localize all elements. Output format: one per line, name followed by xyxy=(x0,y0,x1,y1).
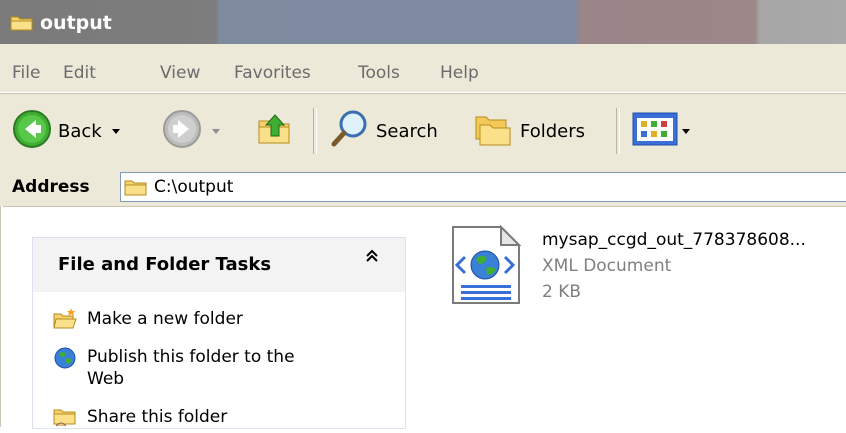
folder-icon xyxy=(10,14,34,37)
file-size: 2 KB xyxy=(542,282,582,302)
task-share-folder[interactable]: Share this folder xyxy=(53,406,227,433)
views-button[interactable] xyxy=(632,94,690,168)
address-bar: Address C:\output xyxy=(0,168,846,207)
address-value: C:\output xyxy=(154,177,234,197)
forward-button[interactable] xyxy=(162,94,220,168)
collapse-chevron-icon[interactable] xyxy=(365,248,379,268)
tasks-panel-title: File and Folder Tasks xyxy=(58,254,272,275)
up-button[interactable] xyxy=(255,94,295,168)
title-bar[interactable]: output xyxy=(0,0,846,44)
main-content: File and Folder Tasks Make a new folder xyxy=(0,207,846,429)
window-left-border xyxy=(0,206,3,427)
address-input[interactable]: C:\output xyxy=(120,172,846,202)
menu-favorites[interactable]: Favorites xyxy=(234,63,311,83)
window-title: output xyxy=(40,12,112,34)
forward-dropdown-icon[interactable] xyxy=(212,128,220,134)
back-arrow-icon xyxy=(12,109,52,154)
menu-edit[interactable]: Edit xyxy=(63,63,96,83)
tasks-panel-header[interactable]: File and Folder Tasks xyxy=(33,238,405,292)
folders-label: Folders xyxy=(520,120,586,142)
task-label: Share this folder xyxy=(87,407,228,427)
toolbar: Back Search Folders xyxy=(0,93,846,169)
task-make-new-folder[interactable]: Make a new folder xyxy=(53,308,243,335)
toolbar-separator xyxy=(313,108,317,154)
search-label: Search xyxy=(376,120,438,142)
folders-button[interactable]: Folders xyxy=(472,94,585,168)
publish-web-icon xyxy=(53,346,77,375)
task-label: Make a new folder xyxy=(87,309,243,329)
search-icon xyxy=(328,108,370,155)
menu-file[interactable]: File xyxy=(12,63,40,83)
search-button[interactable]: Search xyxy=(328,94,438,168)
new-folder-icon xyxy=(53,308,77,335)
task-label: Publish this folder to the Web xyxy=(87,347,295,389)
task-publish-folder[interactable]: Publish this folder to the Web xyxy=(53,346,313,390)
views-icon xyxy=(632,112,678,151)
views-dropdown-icon[interactable] xyxy=(682,128,690,134)
menu-bar: File Edit View Favorites Tools Help xyxy=(0,44,846,93)
up-folder-icon xyxy=(255,109,295,154)
share-folder-icon xyxy=(53,406,77,433)
folder-icon xyxy=(124,177,148,202)
forward-arrow-icon xyxy=(162,109,202,154)
xml-document-icon xyxy=(443,223,527,312)
toolbar-separator xyxy=(616,108,620,154)
menu-view[interactable]: View xyxy=(160,63,200,83)
file-name: mysap_ccgd_out_778378608... xyxy=(542,230,806,250)
back-label: Back xyxy=(58,120,102,142)
back-button[interactable]: Back xyxy=(12,94,120,168)
menu-help[interactable]: Help xyxy=(440,63,479,83)
file-type: XML Document xyxy=(542,256,672,276)
file-folder-tasks-panel: File and Folder Tasks Make a new folder xyxy=(32,237,406,429)
folders-icon xyxy=(472,109,514,154)
menu-tools[interactable]: Tools xyxy=(358,63,400,83)
address-label: Address xyxy=(12,177,90,197)
back-dropdown-icon[interactable] xyxy=(111,128,120,134)
